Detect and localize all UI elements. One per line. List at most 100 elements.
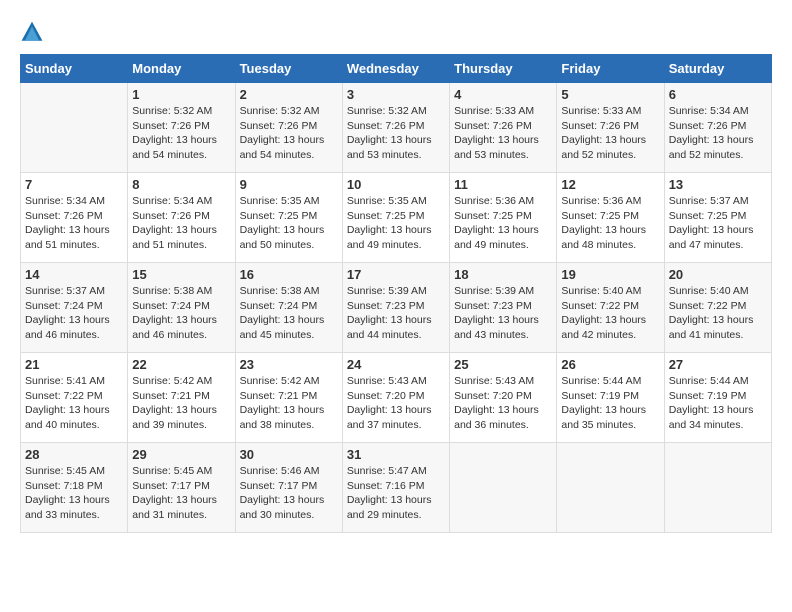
- calendar-cell: [21, 83, 128, 173]
- day-number: 6: [669, 87, 767, 102]
- day-number: 25: [454, 357, 552, 372]
- day-info: Sunrise: 5:43 AMSunset: 7:20 PMDaylight:…: [454, 374, 552, 433]
- calendar-cell: 14 Sunrise: 5:37 AMSunset: 7:24 PMDayligh…: [21, 263, 128, 353]
- calendar-cell: 11Sunrise: 5:36 AMSunset: 7:25 PMDayligh…: [450, 173, 557, 263]
- day-info: Sunrise: 5:46 AMSunset: 7:17 PMDaylight:…: [240, 464, 338, 523]
- day-number: 10: [347, 177, 445, 192]
- day-info: Sunrise: 5:37 AMSunset: 7:25 PMDaylight:…: [669, 194, 767, 253]
- page-header: [20, 20, 772, 44]
- calendar-cell: 24 Sunrise: 5:43 AMSunset: 7:20 PMDayligh…: [342, 353, 449, 443]
- calendar-week-row: 21 Sunrise: 5:41 AMSunset: 7:22 PMDayligh…: [21, 353, 772, 443]
- day-number: 26: [561, 357, 659, 372]
- weekday-header-saturday: Saturday: [664, 55, 771, 83]
- day-number: 23: [240, 357, 338, 372]
- day-number: 7: [25, 177, 123, 192]
- day-number: 4: [454, 87, 552, 102]
- calendar-cell: 30 Sunrise: 5:46 AMSunset: 7:17 PMDayligh…: [235, 443, 342, 533]
- calendar-cell: [450, 443, 557, 533]
- calendar-cell: 27Sunrise: 5:44 AMSunset: 7:19 PMDayligh…: [664, 353, 771, 443]
- day-info: Sunrise: 5:34 AMSunset: 7:26 PMDaylight:…: [669, 104, 767, 163]
- day-info: Sunrise: 5:40 AMSunset: 7:22 PMDaylight:…: [561, 284, 659, 343]
- calendar-cell: 22Sunrise: 5:42 AMSunset: 7:21 PMDayligh…: [128, 353, 235, 443]
- calendar-cell: 23 Sunrise: 5:42 AMSunset: 7:21 PMDayligh…: [235, 353, 342, 443]
- weekday-header-row: SundayMondayTuesdayWednesdayThursdayFrid…: [21, 55, 772, 83]
- day-number: 29: [132, 447, 230, 462]
- calendar-cell: 16 Sunrise: 5:38 AMSunset: 7:24 PMDayligh…: [235, 263, 342, 353]
- day-number: 3: [347, 87, 445, 102]
- calendar-cell: 26 Sunrise: 5:44 AMSunset: 7:19 PMDayligh…: [557, 353, 664, 443]
- day-info: Sunrise: 5:38 AMSunset: 7:24 PMDaylight:…: [132, 284, 230, 343]
- day-info: Sunrise: 5:45 AMSunset: 7:17 PMDaylight:…: [132, 464, 230, 523]
- calendar-cell: 20 Sunrise: 5:40 AMSunset: 7:22 PMDayligh…: [664, 263, 771, 353]
- day-info: Sunrise: 5:32 AMSunset: 7:26 PMDaylight:…: [240, 104, 338, 163]
- calendar-cell: 9 Sunrise: 5:35 AMSunset: 7:25 PMDaylight…: [235, 173, 342, 263]
- day-number: 24: [347, 357, 445, 372]
- day-number: 9: [240, 177, 338, 192]
- calendar-cell: 8 Sunrise: 5:34 AMSunset: 7:26 PMDaylight…: [128, 173, 235, 263]
- weekday-header-monday: Monday: [128, 55, 235, 83]
- weekday-header-wednesday: Wednesday: [342, 55, 449, 83]
- day-info: Sunrise: 5:34 AMSunset: 7:26 PMDaylight:…: [132, 194, 230, 253]
- day-info: Sunrise: 5:37 AMSunset: 7:24 PMDaylight:…: [25, 284, 123, 343]
- day-info: Sunrise: 5:38 AMSunset: 7:24 PMDaylight:…: [240, 284, 338, 343]
- calendar-cell: 10Sunrise: 5:35 AMSunset: 7:25 PMDayligh…: [342, 173, 449, 263]
- calendar-cell: [557, 443, 664, 533]
- day-number: 12: [561, 177, 659, 192]
- day-number: 21: [25, 357, 123, 372]
- day-number: 1: [132, 87, 230, 102]
- day-number: 18: [454, 267, 552, 282]
- weekday-header-sunday: Sunday: [21, 55, 128, 83]
- day-number: 2: [240, 87, 338, 102]
- day-info: Sunrise: 5:35 AMSunset: 7:25 PMDaylight:…: [240, 194, 338, 253]
- calendar-cell: 25 Sunrise: 5:43 AMSunset: 7:20 PMDayligh…: [450, 353, 557, 443]
- calendar-cell: 7 Sunrise: 5:34 AMSunset: 7:26 PMDaylight…: [21, 173, 128, 263]
- day-number: 13: [669, 177, 767, 192]
- calendar-cell: 17 Sunrise: 5:39 AMSunset: 7:23 PMDayligh…: [342, 263, 449, 353]
- calendar-cell: [664, 443, 771, 533]
- day-number: 17: [347, 267, 445, 282]
- day-info: Sunrise: 5:41 AMSunset: 7:22 PMDaylight:…: [25, 374, 123, 433]
- calendar-cell: 6 Sunrise: 5:34 AMSunset: 7:26 PMDaylight…: [664, 83, 771, 173]
- day-info: Sunrise: 5:40 AMSunset: 7:22 PMDaylight:…: [669, 284, 767, 343]
- day-number: 27: [669, 357, 767, 372]
- calendar-cell: 19Sunrise: 5:40 AMSunset: 7:22 PMDayligh…: [557, 263, 664, 353]
- day-info: Sunrise: 5:39 AMSunset: 7:23 PMDaylight:…: [347, 284, 445, 343]
- weekday-header-thursday: Thursday: [450, 55, 557, 83]
- logo-icon: [20, 20, 44, 44]
- logo: [20, 20, 48, 44]
- calendar-week-row: 14 Sunrise: 5:37 AMSunset: 7:24 PMDayligh…: [21, 263, 772, 353]
- calendar-cell: 18Sunrise: 5:39 AMSunset: 7:23 PMDayligh…: [450, 263, 557, 353]
- calendar-cell: 2 Sunrise: 5:32 AMSunset: 7:26 PMDaylight…: [235, 83, 342, 173]
- day-number: 28: [25, 447, 123, 462]
- day-number: 14: [25, 267, 123, 282]
- calendar-cell: 13 Sunrise: 5:37 AMSunset: 7:25 PMDayligh…: [664, 173, 771, 263]
- day-info: Sunrise: 5:33 AMSunset: 7:26 PMDaylight:…: [454, 104, 552, 163]
- day-info: Sunrise: 5:44 AMSunset: 7:19 PMDaylight:…: [561, 374, 659, 433]
- calendar-cell: 4 Sunrise: 5:33 AMSunset: 7:26 PMDaylight…: [450, 83, 557, 173]
- calendar-cell: 3 Sunrise: 5:32 AMSunset: 7:26 PMDaylight…: [342, 83, 449, 173]
- calendar-week-row: 28 Sunrise: 5:45 AMSunset: 7:18 PMDayligh…: [21, 443, 772, 533]
- day-info: Sunrise: 5:32 AMSunset: 7:26 PMDaylight:…: [347, 104, 445, 163]
- day-info: Sunrise: 5:45 AMSunset: 7:18 PMDaylight:…: [25, 464, 123, 523]
- day-number: 30: [240, 447, 338, 462]
- day-number: 8: [132, 177, 230, 192]
- day-info: Sunrise: 5:43 AMSunset: 7:20 PMDaylight:…: [347, 374, 445, 433]
- day-info: Sunrise: 5:42 AMSunset: 7:21 PMDaylight:…: [132, 374, 230, 433]
- calendar-table: SundayMondayTuesdayWednesdayThursdayFrid…: [20, 54, 772, 533]
- day-info: Sunrise: 5:34 AMSunset: 7:26 PMDaylight:…: [25, 194, 123, 253]
- weekday-header-friday: Friday: [557, 55, 664, 83]
- day-info: Sunrise: 5:32 AMSunset: 7:26 PMDaylight:…: [132, 104, 230, 163]
- weekday-header-tuesday: Tuesday: [235, 55, 342, 83]
- calendar-week-row: 1 Sunrise: 5:32 AMSunset: 7:26 PMDaylight…: [21, 83, 772, 173]
- calendar-cell: 1 Sunrise: 5:32 AMSunset: 7:26 PMDaylight…: [128, 83, 235, 173]
- day-number: 5: [561, 87, 659, 102]
- day-info: Sunrise: 5:36 AMSunset: 7:25 PMDaylight:…: [561, 194, 659, 253]
- day-number: 16: [240, 267, 338, 282]
- calendar-cell: 31Sunrise: 5:47 AMSunset: 7:16 PMDayligh…: [342, 443, 449, 533]
- calendar-week-row: 7 Sunrise: 5:34 AMSunset: 7:26 PMDaylight…: [21, 173, 772, 263]
- day-info: Sunrise: 5:36 AMSunset: 7:25 PMDaylight:…: [454, 194, 552, 253]
- day-number: 20: [669, 267, 767, 282]
- day-info: Sunrise: 5:42 AMSunset: 7:21 PMDaylight:…: [240, 374, 338, 433]
- day-number: 31: [347, 447, 445, 462]
- calendar-cell: 12 Sunrise: 5:36 AMSunset: 7:25 PMDayligh…: [557, 173, 664, 263]
